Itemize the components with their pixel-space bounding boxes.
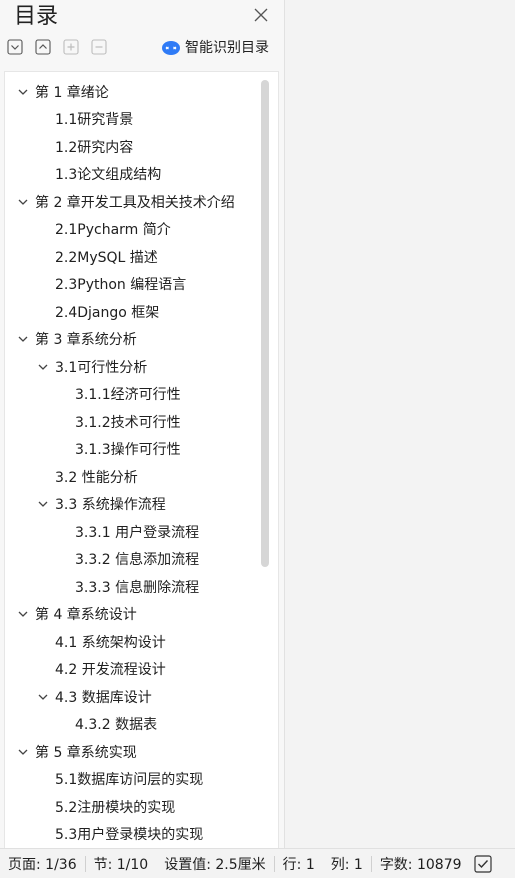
proofread-button[interactable] bbox=[472, 853, 494, 875]
vertical-scrollbar[interactable] bbox=[261, 80, 269, 567]
toc-tree-container: 第 1 章绪论 1.1研究背景 1.2研究内容 1.3论文组成结构第 2 章开发工具及… bbox=[4, 71, 279, 848]
toc-item-level2[interactable]: 3.3 系统操作流程 bbox=[5, 491, 259, 519]
close-button[interactable] bbox=[250, 4, 272, 26]
toc-item-label: 1.1研究背景 bbox=[55, 112, 134, 129]
toc-item-level2[interactable]: 2.1Pycharm 简介 bbox=[5, 216, 259, 244]
add-level-icon bbox=[63, 39, 79, 55]
toc-toolbar bbox=[6, 38, 108, 60]
document-area[interactable] bbox=[286, 0, 515, 848]
toc-item-level2[interactable]: 2.4Django 框架 bbox=[5, 298, 259, 326]
smart-recognize-button[interactable]: 智能识别目录 bbox=[161, 37, 269, 59]
toc-item-label: 3.3.1 用户登录流程 bbox=[75, 524, 200, 541]
toc-item-label: 1.3论文组成结构 bbox=[55, 167, 162, 184]
close-icon bbox=[254, 8, 268, 22]
checkbox-check-icon bbox=[473, 854, 492, 873]
collapse-all-icon bbox=[7, 39, 23, 55]
status-column[interactable]: 列: 1 bbox=[323, 854, 371, 874]
status-line[interactable]: 行: 1 bbox=[275, 854, 323, 874]
toc-item-level3[interactable]: 3.3.1 用户登录流程 bbox=[5, 518, 259, 546]
chevron-down-icon[interactable] bbox=[36, 360, 50, 374]
toc-item-label: 5.2注册模块的实现 bbox=[55, 799, 176, 816]
expand-all-icon bbox=[35, 39, 51, 55]
toc-item-level3[interactable]: 3.3.3 信息删除流程 bbox=[5, 573, 259, 601]
chevron-down-icon[interactable] bbox=[36, 690, 50, 704]
toc-item-label: 2.2MySQL 描述 bbox=[55, 249, 158, 266]
panel-title: 目录 bbox=[14, 4, 59, 29]
status-wordcount[interactable]: 字数: 10879 bbox=[372, 854, 470, 874]
chevron-down-icon[interactable] bbox=[16, 745, 30, 759]
toc-item-level3[interactable]: 3.1.1经济可行性 bbox=[5, 381, 259, 409]
toc-item-level2[interactable]: 1.2研究内容 bbox=[5, 133, 259, 161]
toc-item-label: 2.4Django 框架 bbox=[55, 304, 160, 321]
toc-item-level2[interactable]: 2.2MySQL 描述 bbox=[5, 243, 259, 271]
toc-item-label: 第 2 章开发工具及相关技术介绍 bbox=[35, 194, 235, 211]
toc-item-label: 3.3.2 信息添加流程 bbox=[75, 552, 200, 569]
chevron-down-icon[interactable] bbox=[16, 607, 30, 621]
status-bar: 页面: 1/36 节: 1/10 设置值: 2.5厘米 行: 1 列: 1 字数… bbox=[0, 848, 515, 878]
toc-item-level1[interactable]: 第 2 章开发工具及相关技术介绍 bbox=[5, 188, 259, 216]
ai-assistant-icon bbox=[162, 41, 180, 55]
toc-item-label: 第 4 章系统设计 bbox=[35, 607, 137, 624]
toc-item-level2[interactable]: 3.1可行性分析 bbox=[5, 353, 259, 381]
toc-item-label: 第 1 章绪论 bbox=[35, 84, 109, 101]
toc-item-label: 第 5 章系统实现 bbox=[35, 744, 137, 761]
status-setting[interactable]: 设置值: 2.5厘米 bbox=[156, 854, 273, 874]
toc-item-level1[interactable]: 第 3 章系统分析 bbox=[5, 326, 259, 354]
expand-all-button[interactable] bbox=[34, 38, 52, 56]
toc-item-level3[interactable]: 3.3.2 信息添加流程 bbox=[5, 546, 259, 574]
toc-item-label: 1.2研究内容 bbox=[55, 139, 134, 156]
toc-item-label: 3.2 性能分析 bbox=[55, 469, 138, 486]
toc-item-level2[interactable]: 5.2注册模块的实现 bbox=[5, 793, 259, 821]
remove-level-icon bbox=[91, 39, 107, 55]
toc-item-label: 2.1Pycharm 简介 bbox=[55, 222, 171, 239]
add-level-button[interactable] bbox=[62, 38, 80, 56]
toc-item-level3[interactable]: 3.1.3操作可行性 bbox=[5, 436, 259, 464]
toc-item-label: 第 3 章系统分析 bbox=[35, 332, 137, 349]
toc-item-level3[interactable]: 3.1.2技术可行性 bbox=[5, 408, 259, 436]
toc-item-label: 4.3 数据库设计 bbox=[55, 689, 152, 706]
collapse-all-button[interactable] bbox=[6, 38, 24, 56]
toc-item-label: 3.1.1经济可行性 bbox=[75, 387, 181, 404]
toc-item-level2[interactable]: 4.1 系统架构设计 bbox=[5, 628, 259, 656]
toc-item-level1[interactable]: 第 5 章系统实现 bbox=[5, 738, 259, 766]
toc-item-label: 3.1可行性分析 bbox=[55, 359, 148, 376]
toc-item-level3[interactable]: 4.3.2 数据表 bbox=[5, 711, 259, 739]
chevron-down-icon[interactable] bbox=[16, 332, 30, 346]
toc-item-level2[interactable]: 4.2 开发流程设计 bbox=[5, 656, 259, 684]
toc-item-level2[interactable]: 1.1研究背景 bbox=[5, 106, 259, 134]
status-page[interactable]: 页面: 1/36 bbox=[0, 854, 85, 874]
chevron-down-icon[interactable] bbox=[16, 85, 30, 99]
toc-item-level1[interactable]: 第 1 章绪论 bbox=[5, 78, 259, 106]
toc-item-label: 3.1.2技术可行性 bbox=[75, 414, 181, 431]
toc-item-level2[interactable]: 5.3用户登录模块的实现 bbox=[5, 821, 259, 849]
status-section[interactable]: 节: 1/10 bbox=[86, 854, 157, 874]
chevron-down-icon[interactable] bbox=[36, 497, 50, 511]
chevron-down-icon[interactable] bbox=[16, 195, 30, 209]
toc-item-level2[interactable]: 1.3论文组成结构 bbox=[5, 161, 259, 189]
toc-item-label: 4.2 开发流程设计 bbox=[55, 662, 166, 679]
toc-item-label: 3.3.3 信息删除流程 bbox=[75, 579, 200, 596]
toc-item-label: 3.1.3操作可行性 bbox=[75, 442, 181, 459]
toc-tree: 第 1 章绪论 1.1研究背景 1.2研究内容 1.3论文组成结构第 2 章开发工具及… bbox=[5, 78, 259, 848]
toc-item-label: 4.3.2 数据表 bbox=[75, 717, 158, 734]
toc-item-label: 5.1数据库访问层的实现 bbox=[55, 772, 204, 789]
remove-level-button[interactable] bbox=[90, 38, 108, 56]
toc-item-level2[interactable]: 2.3Python 编程语言 bbox=[5, 271, 259, 299]
toc-item-level2[interactable]: 4.3 数据库设计 bbox=[5, 683, 259, 711]
toc-item-label: 2.3Python 编程语言 bbox=[55, 277, 187, 294]
toc-item-label: 5.3用户登录模块的实现 bbox=[55, 827, 204, 844]
toc-item-level2[interactable]: 3.2 性能分析 bbox=[5, 463, 259, 491]
toc-item-level2[interactable]: 5.1数据库访问层的实现 bbox=[5, 766, 259, 794]
toc-panel: 目录 智能识别目录 第 1 章绪论 1.1研究背景 1.2研究内容 1.3论文组… bbox=[0, 0, 285, 848]
toc-item-label: 3.3 系统操作流程 bbox=[55, 497, 166, 514]
toc-item-label: 4.1 系统架构设计 bbox=[55, 634, 166, 651]
toc-item-level1[interactable]: 第 4 章系统设计 bbox=[5, 601, 259, 629]
smart-recognize-label: 智能识别目录 bbox=[185, 40, 269, 56]
